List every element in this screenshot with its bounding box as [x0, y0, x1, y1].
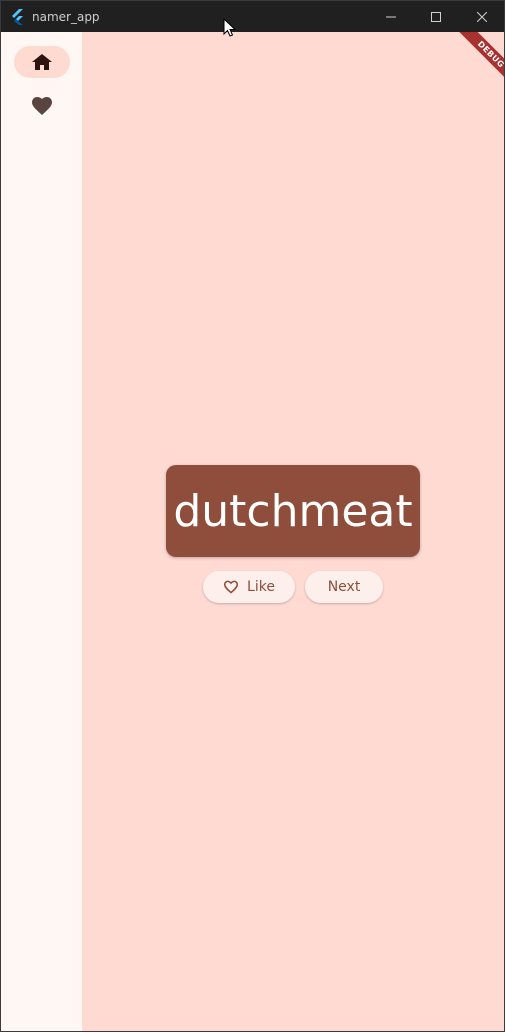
navigation-rail	[1, 32, 82, 1031]
next-button[interactable]: Next	[305, 571, 383, 603]
maximize-icon	[431, 11, 441, 22]
title-bar[interactable]: namer_app	[1, 1, 504, 32]
debug-banner-label: DEBUG	[443, 32, 504, 102]
window-title: namer_app	[32, 10, 100, 24]
app-window: namer_app dutchmeat Like Next DEBUG	[0, 0, 505, 1032]
close-button[interactable]	[459, 1, 504, 32]
word-pair-card: dutchmeat	[166, 465, 420, 557]
like-button[interactable]: Like	[203, 571, 295, 603]
mouse-cursor-icon	[223, 18, 237, 37]
debug-banner: DEBUG	[421, 32, 504, 117]
home-icon	[32, 54, 52, 70]
close-icon	[477, 11, 487, 22]
rail-item-favorites[interactable]	[14, 90, 70, 122]
heart-icon	[32, 97, 52, 115]
generator-page: dutchmeat Like Next	[82, 32, 504, 1031]
heart-outline-icon	[223, 580, 239, 594]
word-pair-text: dutchmeat	[173, 485, 413, 537]
minimize-icon	[386, 16, 396, 17]
flutter-logo-icon	[12, 9, 23, 25]
rail-item-home[interactable]	[14, 46, 70, 78]
next-label: Next	[327, 579, 361, 595]
like-label: Like	[247, 579, 275, 595]
maximize-button[interactable]	[413, 1, 459, 32]
minimize-button[interactable]	[368, 1, 414, 32]
